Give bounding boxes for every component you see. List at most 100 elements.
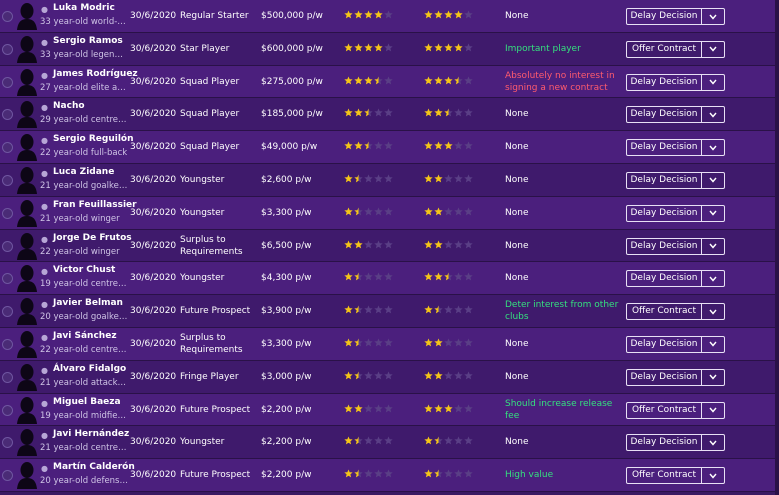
chevron-down-icon[interactable]	[702, 337, 724, 352]
action-button[interactable]: Delay Decision	[627, 107, 702, 123]
player-name[interactable]: Victor Chust	[53, 265, 115, 275]
player-name[interactable]: Martín Calderón	[53, 462, 135, 472]
radio-circle-icon[interactable]	[2, 404, 13, 416]
action-button[interactable]: Delay Decision	[627, 336, 702, 352]
action-button[interactable]: Offer Contract	[627, 41, 702, 57]
action-button[interactable]: Delay Decision	[627, 74, 702, 90]
table-row[interactable]: ● Nacho 29 year-old centre-b... 30/6/202…	[0, 98, 779, 132]
action-button[interactable]: Offer Contract	[627, 402, 702, 418]
table-row[interactable]: ● Luka Modric 33 year-old world-cl... 30…	[0, 0, 779, 33]
table-row[interactable]: ● Javi Hernández 21 year-old centre-ba..…	[0, 426, 779, 460]
table-row[interactable]: ● Jorge De Frutos 22 year-old winger 30/…	[0, 229, 779, 263]
chevron-down-icon[interactable]	[702, 75, 724, 90]
star-icon	[454, 371, 463, 380]
star-icon	[344, 174, 353, 183]
action-dropdown[interactable]: Offer Contract	[626, 40, 725, 58]
table-row[interactable]: ● Fran Feuillassier 21 year-old winger 3…	[0, 196, 779, 230]
action-dropdown[interactable]: Delay Decision	[626, 73, 725, 91]
radio-circle-icon[interactable]	[2, 371, 13, 383]
player-name[interactable]: Miguel Baeza	[53, 397, 121, 407]
radio-circle-icon[interactable]	[2, 142, 13, 154]
action-dropdown[interactable]: Delay Decision	[626, 237, 725, 255]
chevron-down-icon[interactable]	[702, 140, 724, 155]
radio-circle-icon[interactable]	[2, 207, 13, 219]
action-dropdown[interactable]: Offer Contract	[626, 401, 725, 419]
player-name[interactable]: James Rodríguez	[53, 69, 138, 79]
radio-circle-icon[interactable]	[2, 43, 13, 55]
radio-circle-icon[interactable]	[2, 273, 13, 285]
chevron-down-icon[interactable]	[702, 173, 724, 188]
table-row[interactable]: ● Martín Calderón 20 year-old defensiv..…	[0, 459, 779, 492]
chevron-down-icon[interactable]	[702, 107, 724, 122]
table-row[interactable]: ● Javi Sánchez 22 year-old centre-b... 3…	[0, 327, 779, 361]
player-name[interactable]: Luca Zidane	[53, 167, 114, 177]
table-row[interactable]: ● Javier Belman 20 year-old goalkeep... …	[0, 295, 779, 328]
table-row[interactable]: ● James Rodríguez 27 year-old elite atta…	[0, 65, 779, 99]
chevron-down-icon[interactable]	[702, 239, 724, 254]
radio-circle-icon[interactable]	[2, 11, 13, 22]
radio-circle-icon[interactable]	[2, 76, 13, 88]
action-dropdown[interactable]: Delay Decision	[626, 204, 725, 222]
table-row[interactable]: ● Álvaro Fidalgo 21 year-old attacking..…	[0, 360, 779, 394]
player-name[interactable]: Fran Feuillassier	[53, 200, 137, 210]
action-button[interactable]: Delay Decision	[627, 172, 702, 188]
radio-circle-icon[interactable]	[2, 437, 13, 449]
radio-circle-icon[interactable]	[2, 338, 13, 350]
squad-status: Squad Player	[180, 109, 240, 120]
person-icon: ●	[41, 5, 48, 14]
action-dropdown[interactable]: Delay Decision	[626, 8, 725, 25]
action-dropdown[interactable]: Delay Decision	[626, 171, 725, 189]
table-row[interactable]: ● Luca Zidane 21 year-old goalkeeper 30/…	[0, 163, 779, 197]
action-dropdown[interactable]: Delay Decision	[626, 368, 725, 386]
action-button[interactable]: Delay Decision	[627, 435, 702, 451]
player-name[interactable]: Jorge De Frutos	[53, 233, 132, 243]
action-button[interactable]: Delay Decision	[627, 238, 702, 254]
player-name[interactable]: Álvaro Fidalgo	[53, 364, 126, 374]
player-name[interactable]: Javier Belman	[53, 298, 123, 308]
chevron-down-icon[interactable]	[702, 403, 724, 418]
star-icon	[464, 141, 473, 150]
player-name[interactable]: Luka Modric	[53, 3, 115, 13]
action-button[interactable]: Delay Decision	[627, 140, 702, 156]
action-button[interactable]: Delay Decision	[627, 9, 702, 24]
chevron-down-icon[interactable]	[702, 206, 724, 221]
action-dropdown[interactable]: Delay Decision	[626, 139, 725, 157]
action-dropdown[interactable]: Delay Decision	[626, 270, 725, 288]
action-button[interactable]: Offer Contract	[627, 468, 702, 484]
action-button[interactable]: Delay Decision	[627, 369, 702, 385]
chevron-down-icon[interactable]	[702, 468, 724, 483]
radio-circle-icon[interactable]	[2, 174, 13, 186]
action-dropdown[interactable]: Offer Contract	[626, 467, 725, 485]
person-icon: ●	[41, 398, 48, 408]
table-row[interactable]: ● Sergio Reguilón 22 year-old full-back …	[0, 131, 779, 164]
radio-circle-icon[interactable]	[2, 306, 13, 318]
action-button[interactable]: Delay Decision	[627, 205, 702, 221]
player-name[interactable]: Nacho	[53, 101, 85, 111]
player-name[interactable]: Javi Sánchez	[53, 331, 117, 341]
action-dropdown[interactable]: Delay Decision	[626, 335, 725, 353]
chevron-down-icon[interactable]	[702, 435, 724, 450]
action-dropdown[interactable]: Delay Decision	[626, 106, 725, 124]
player-name[interactable]: Sergio Reguilón	[53, 134, 134, 144]
scrollbar[interactable]	[775, 0, 779, 495]
action-button[interactable]: Offer Contract	[627, 304, 702, 320]
action-button[interactable]: Delay Decision	[627, 271, 702, 287]
chevron-down-icon[interactable]	[702, 304, 724, 319]
table-row[interactable]: ● Victor Chust 19 year-old centre-ba... …	[0, 262, 779, 296]
radio-circle-icon[interactable]	[2, 470, 13, 482]
chevron-down-icon[interactable]	[702, 271, 724, 286]
contract-expiry: 30/6/2020	[130, 371, 177, 382]
action-dropdown[interactable]: Offer Contract	[626, 303, 725, 321]
star-icon	[374, 43, 383, 52]
radio-circle-icon[interactable]	[2, 240, 13, 252]
table-row[interactable]: ● Miguel Baeza 19 year-old midfielder 30…	[0, 393, 779, 427]
player-name[interactable]: Sergio Ramos	[53, 36, 123, 46]
chevron-down-icon[interactable]	[702, 42, 724, 57]
chevron-down-icon[interactable]	[702, 370, 724, 385]
action-dropdown[interactable]: Delay Decision	[626, 434, 725, 452]
radio-circle-icon[interactable]	[2, 109, 13, 121]
table-row[interactable]: ● Sergio Ramos 33 year-old legendar... 3…	[0, 32, 779, 66]
player-description: 29 year-old centre-b...	[40, 115, 128, 126]
player-name[interactable]: Javi Hernández	[53, 429, 129, 439]
chevron-down-icon[interactable]	[702, 9, 724, 24]
